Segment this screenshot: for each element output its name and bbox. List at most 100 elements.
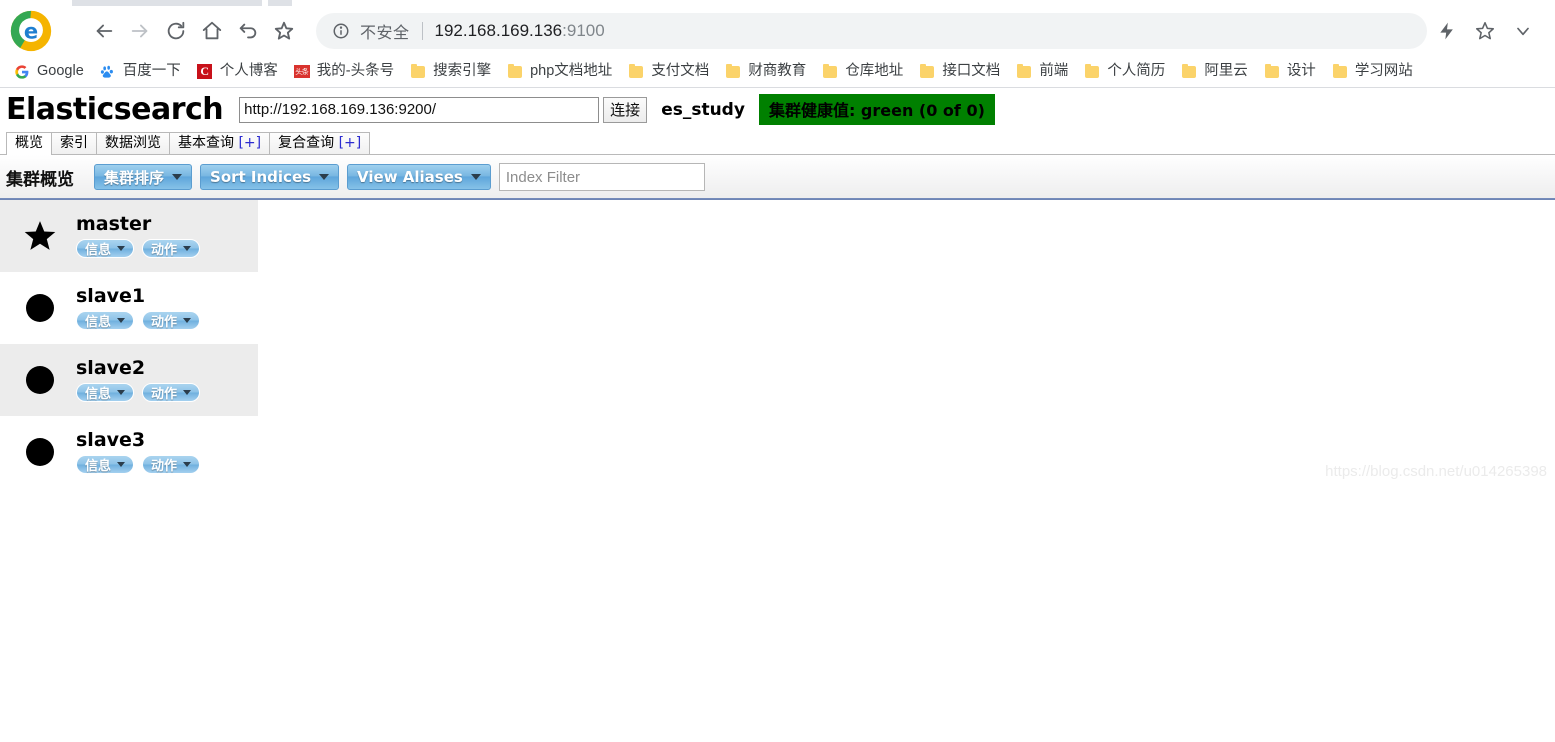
bookmark-item[interactable]: 前端 [1008,59,1076,85]
bookmark-item[interactable]: C 个人博客 [189,59,286,85]
toolbar-button-group: 集群排序 Sort Indices View Aliases [94,164,491,190]
folder-icon [628,63,644,80]
favorite-button[interactable] [268,15,300,47]
bookmark-item[interactable]: 支付文档 [620,59,717,85]
tab-3[interactable]: 基本查询 [+] [169,132,271,154]
history-back-button[interactable] [232,15,264,47]
chevron-down-icon [117,317,126,323]
node-action-button[interactable]: 动作 [142,382,201,402]
browser-menu-button[interactable] [1511,19,1535,43]
folder-icon [822,63,838,80]
tab-label: 概览 [15,135,43,151]
omnibox-divider [421,22,423,40]
cluster-sort-button[interactable]: 集群排序 [94,164,193,190]
sort-indices-button[interactable]: Sort Indices [200,164,340,190]
bookmark-item[interactable]: 个人简历 [1076,59,1173,85]
node-status-icon-cell [4,438,76,466]
node-main: slave2 信息 动作 [76,358,201,402]
chevron-down-icon [117,245,126,251]
cluster-health-badge: 集群健康值: green (0 of 0) [758,94,995,125]
view-aliases-button[interactable]: View Aliases [347,164,491,190]
bookmark-item[interactable]: 百度一下 [92,59,189,85]
folder-icon [410,63,426,80]
star-icon [24,221,56,250]
chevron-down-icon [117,461,126,467]
node-main: slave1 信息 动作 [76,286,201,330]
tab-4[interactable]: 复合查询 [+] [269,132,371,154]
node-main: slave3 信息 动作 [76,430,201,474]
bookmark-item[interactable]: 搜索引擎 [402,59,499,85]
node-status-icon-cell [4,294,76,322]
tab-expand-marker: [+] [238,135,262,151]
folder-icon [507,63,523,80]
tab-0[interactable]: 概览 [6,132,52,155]
chevron-down-icon [183,317,192,323]
undo-icon [239,23,257,39]
bookmark-item[interactable]: 财商教育 [717,59,814,85]
node-action-button[interactable]: 动作 [142,238,201,258]
bookmark-item[interactable]: 阿里云 [1173,59,1256,85]
folder-glyph [1085,63,1100,78]
chrome-e-logo-icon: e [10,10,52,52]
bookmark-item[interactable]: 学习网站 [1324,59,1421,85]
tab-label: 复合查询 [278,135,335,151]
button-label: 信息 [85,386,112,402]
connection-url-input[interactable] [239,96,600,123]
bookmark-label: 我的-头条号 [316,63,395,80]
arrow-right-icon [131,24,148,38]
app-tabs: 概览 索引 数据浏览 基本查询 [+] 复合查询 [+] [0,131,1555,155]
cluster-name-label: es_study [661,99,745,120]
bookmark-item[interactable]: 仓库地址 [814,59,911,85]
button-label: View Aliases [357,168,463,186]
folder-icon [1181,63,1197,80]
bookmark-item[interactable]: 头条 我的-头条号 [286,59,402,85]
tab-2[interactable]: 数据浏览 [96,132,170,154]
node-info-button[interactable]: 信息 [76,382,135,402]
info-circle-icon [333,23,349,39]
forward-button[interactable] [124,15,156,47]
node-row: slave3 信息 动作 [0,416,258,488]
flash-button[interactable] [1435,19,1459,43]
node-info-button[interactable]: 信息 [76,238,135,258]
tab-1[interactable]: 索引 [51,132,97,154]
bookmark-star-button[interactable] [1473,19,1497,43]
cluster-overview-toolbar: 集群概览 集群排序 Sort Indices View Aliases [0,155,1555,200]
folder-glyph [508,63,523,78]
toutiao-icon: 头条 [293,64,310,80]
bookmarks-bar: Google 百度一下 C 个人博客 头条 我的-头条号 搜索引擎 php文档地址 支付文档 财商… [0,56,1555,88]
bookmark-item[interactable]: 设计 [1256,59,1324,85]
home-button[interactable] [196,15,228,47]
folder-glyph [920,63,935,78]
bookmark-item[interactable]: php文档地址 [499,59,620,85]
google-g-icon [14,64,30,80]
browser-toolbar: e 不安全 192.168.169.136:9100 [0,6,1555,56]
folder-icon [1084,63,1100,80]
reload-button[interactable] [160,15,192,47]
tab-label: 基本查询 [178,135,234,151]
address-bar[interactable]: 不安全 192.168.169.136:9100 [316,13,1427,49]
cluster-body: master 信息 动作 slave1 信息 动作 slave2 信息 动作 slave3 信息 动作… [0,200,1555,488]
node-actions: 信息 动作 [76,382,201,402]
index-filter-input[interactable] [498,163,705,191]
node-action-button[interactable]: 动作 [142,454,201,474]
folder-glyph [1017,63,1032,78]
folder-glyph [411,63,426,78]
bookmark-label: php文档地址 [530,63,613,80]
circle-icon [26,294,54,322]
folder-icon [1016,63,1032,80]
baidu-paw-icon [100,64,116,80]
connect-button[interactable]: 连接 [603,96,648,123]
back-button[interactable] [88,15,120,47]
node-info-button[interactable]: 信息 [76,310,135,330]
node-action-button[interactable]: 动作 [142,310,201,330]
button-label: 信息 [85,242,112,258]
node-info-button[interactable]: 信息 [76,454,135,474]
node-status-icon-cell [4,219,76,253]
bookmark-label: 设计 [1286,63,1316,80]
bookmark-item[interactable]: 接口文档 [911,59,1008,85]
chevron-down-icon [183,461,192,467]
chevron-down-icon [183,245,192,251]
arrow-left-icon [96,24,113,38]
node-name: master [76,212,152,235]
bookmark-item[interactable]: Google [6,59,92,85]
